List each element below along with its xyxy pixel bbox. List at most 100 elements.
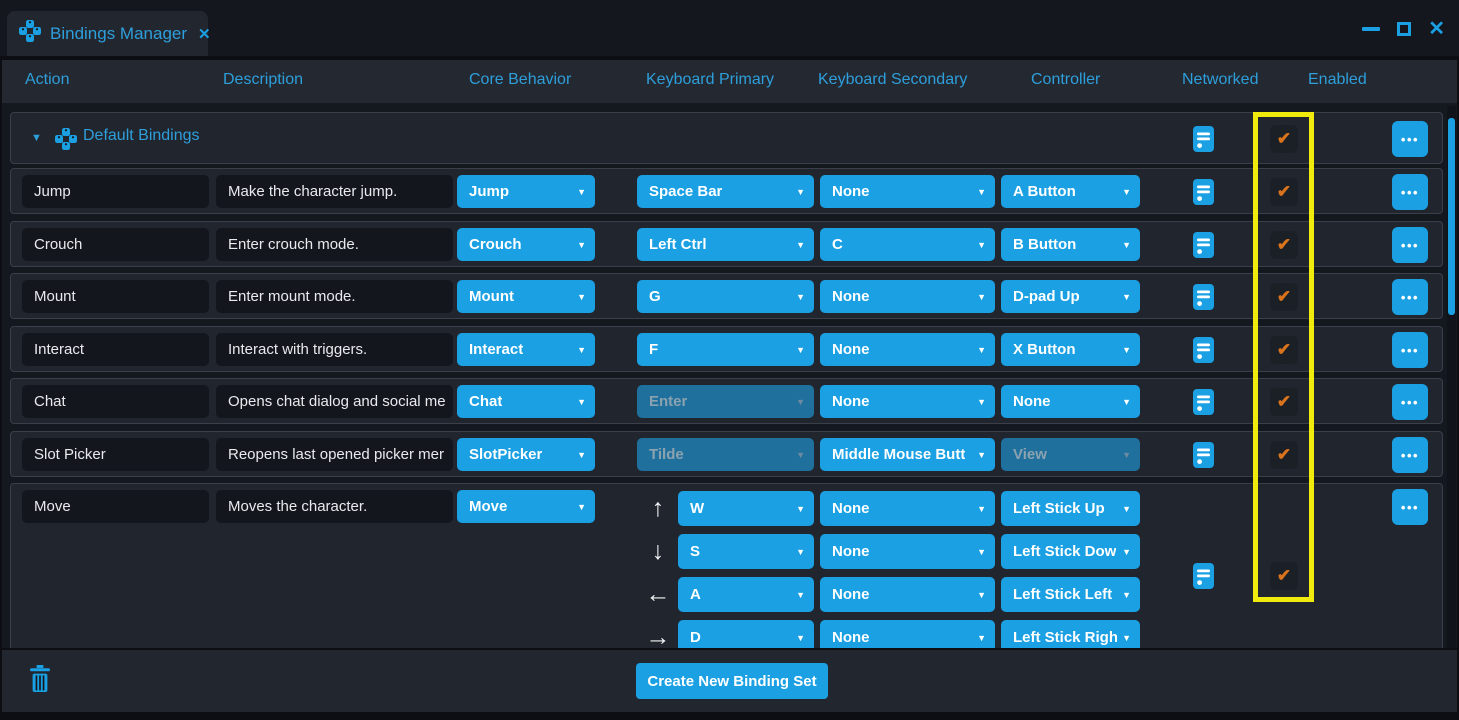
- keyboard-secondary-dropdown[interactable]: None▼: [820, 280, 995, 313]
- keyboard-primary-dropdown[interactable]: W▼: [678, 491, 814, 526]
- description-input[interactable]: Enter mount mode.: [216, 280, 453, 313]
- core-behavior-dropdown[interactable]: Mount▼: [457, 280, 595, 313]
- more-options-button[interactable]: •••: [1392, 121, 1428, 157]
- action-input[interactable]: Interact: [22, 333, 209, 366]
- core-behavior-dropdown[interactable]: Interact▼: [457, 333, 595, 366]
- action-input[interactable]: Jump: [22, 175, 209, 208]
- keyboard-secondary-dropdown[interactable]: None▼: [820, 620, 995, 648]
- more-options-button[interactable]: •••: [1392, 227, 1428, 263]
- column-header-controller: Controller: [1031, 71, 1100, 89]
- ellipsis-icon: •••: [1392, 384, 1428, 420]
- keyboard-primary-dropdown[interactable]: A▼: [678, 577, 814, 612]
- controller-dropdown[interactable]: Left Stick Up▼: [1001, 491, 1140, 526]
- keyboard-secondary-dropdown[interactable]: None▼: [820, 534, 995, 569]
- controller-dropdown[interactable]: X Button▼: [1001, 333, 1140, 366]
- controller-dropdown[interactable]: Left Stick Dow▼: [1001, 534, 1140, 569]
- tab-bindings-manager[interactable]: Bindings Manager ✕: [7, 11, 208, 56]
- description-input[interactable]: Reopens last opened picker mer: [216, 438, 453, 471]
- more-options-button[interactable]: •••: [1392, 437, 1428, 473]
- check-icon: ✔: [1277, 340, 1291, 360]
- scrollbar-track[interactable]: [1447, 106, 1456, 648]
- enabled-checkbox[interactable]: ✔: [1270, 336, 1298, 364]
- maximize-icon[interactable]: [1397, 22, 1411, 36]
- close-icon[interactable]: ✕: [1428, 19, 1445, 39]
- dropdown-value: None: [832, 288, 870, 305]
- core-behavior-dropdown[interactable]: SlotPicker▼: [457, 438, 595, 471]
- keyboard-secondary-dropdown[interactable]: C▼: [820, 228, 995, 261]
- core-behavior-dropdown[interactable]: Chat▼: [457, 385, 595, 418]
- enabled-checkbox[interactable]: ✔: [1270, 441, 1298, 469]
- keyboard-primary-dropdown[interactable]: F▼: [637, 333, 814, 366]
- server-icon[interactable]: [1193, 284, 1214, 310]
- ellipsis-icon: •••: [1392, 437, 1428, 473]
- keyboard-secondary-dropdown[interactable]: None▼: [820, 577, 995, 612]
- dropdown-value: Interact: [469, 341, 523, 358]
- description-input[interactable]: Enter crouch mode.: [216, 228, 453, 261]
- enabled-checkbox[interactable]: ✔: [1270, 125, 1298, 153]
- more-options-button[interactable]: •••: [1392, 279, 1428, 315]
- chevron-down-icon: ▼: [577, 292, 586, 302]
- server-icon[interactable]: [1193, 389, 1214, 415]
- keyboard-primary-dropdown[interactable]: Space Bar▼: [637, 175, 814, 208]
- core-behavior-dropdown[interactable]: Crouch▼: [457, 228, 595, 261]
- description-input[interactable]: Moves the character.: [216, 490, 453, 523]
- server-icon[interactable]: [1193, 232, 1214, 258]
- controller-dropdown[interactable]: None▼: [1001, 385, 1140, 418]
- keyboard-secondary-dropdown[interactable]: None▼: [820, 175, 995, 208]
- server-icon[interactable]: [1193, 442, 1214, 468]
- keyboard-primary-dropdown[interactable]: S▼: [678, 534, 814, 569]
- expand-collapse-icon[interactable]: ▼: [31, 132, 42, 144]
- dropdown-value: Left Stick Dow: [1013, 543, 1116, 560]
- scrollbar-thumb[interactable]: [1448, 118, 1455, 315]
- enabled-checkbox[interactable]: ✔: [1270, 283, 1298, 311]
- more-options-button[interactable]: •••: [1392, 384, 1428, 420]
- keyboard-primary-dropdown[interactable]: D▼: [678, 620, 814, 648]
- enabled-checkbox[interactable]: ✔: [1270, 178, 1298, 206]
- description-input[interactable]: Interact with triggers.: [216, 333, 453, 366]
- minimize-icon[interactable]: [1362, 27, 1380, 31]
- more-options-button[interactable]: •••: [1392, 174, 1428, 210]
- keyboard-secondary-dropdown[interactable]: None▼: [820, 385, 995, 418]
- more-options-button[interactable]: •••: [1392, 489, 1428, 525]
- binding-set-name[interactable]: Default Bindings: [83, 127, 200, 145]
- action-input[interactable]: Move: [22, 490, 209, 523]
- enabled-checkbox[interactable]: ✔: [1270, 388, 1298, 416]
- controller-dropdown[interactable]: A Button▼: [1001, 175, 1140, 208]
- keyboard-secondary-dropdown[interactable]: None▼: [820, 333, 995, 366]
- keyboard-primary-dropdown[interactable]: Left Ctrl▼: [637, 228, 814, 261]
- chevron-down-icon: ▼: [977, 187, 986, 197]
- create-new-binding-set-button[interactable]: Create New Binding Set: [636, 663, 828, 699]
- trash-icon[interactable]: [30, 665, 50, 698]
- action-input[interactable]: Mount: [22, 280, 209, 313]
- server-icon[interactable]: [1193, 337, 1214, 363]
- column-header-networked: Networked: [1182, 71, 1258, 89]
- action-input[interactable]: Slot Picker: [22, 438, 209, 471]
- chevron-down-icon: ▼: [977, 397, 986, 407]
- server-icon[interactable]: [1193, 179, 1214, 205]
- keyboard-primary-dropdown[interactable]: G▼: [637, 280, 814, 313]
- server-icon[interactable]: [1193, 563, 1214, 589]
- controller-dropdown[interactable]: Left Stick Left▼: [1001, 577, 1140, 612]
- core-behavior-dropdown[interactable]: Jump▼: [457, 175, 595, 208]
- action-input[interactable]: Chat: [22, 385, 209, 418]
- controller-dropdown[interactable]: Left Stick Righ▼: [1001, 620, 1140, 648]
- check-icon: ✔: [1277, 392, 1291, 412]
- keyboard-secondary-dropdown[interactable]: Middle Mouse Butt▼: [820, 438, 995, 471]
- enabled-checkbox[interactable]: ✔: [1270, 562, 1298, 590]
- action-input[interactable]: Crouch: [22, 228, 209, 261]
- description-input[interactable]: Make the character jump.: [216, 175, 453, 208]
- controller-dropdown[interactable]: B Button▼: [1001, 228, 1140, 261]
- description-input[interactable]: Opens chat dialog and social me: [216, 385, 453, 418]
- enabled-checkbox[interactable]: ✔: [1270, 231, 1298, 259]
- binding-row-chat: Chat Opens chat dialog and social me Cha…: [10, 378, 1443, 424]
- controller-dropdown[interactable]: D-pad Up▼: [1001, 280, 1140, 313]
- dropdown-value: Space Bar: [649, 183, 722, 200]
- tab-close-icon[interactable]: ✕: [198, 25, 211, 43]
- core-behavior-dropdown[interactable]: Move▼: [457, 490, 595, 523]
- more-options-button[interactable]: •••: [1392, 332, 1428, 368]
- chevron-down-icon: ▼: [1122, 397, 1131, 407]
- keyboard-secondary-dropdown[interactable]: None▼: [820, 491, 995, 526]
- server-icon[interactable]: [1193, 126, 1214, 152]
- chevron-down-icon: ▼: [577, 240, 586, 250]
- column-header-core-behavior: Core Behavior: [469, 71, 571, 89]
